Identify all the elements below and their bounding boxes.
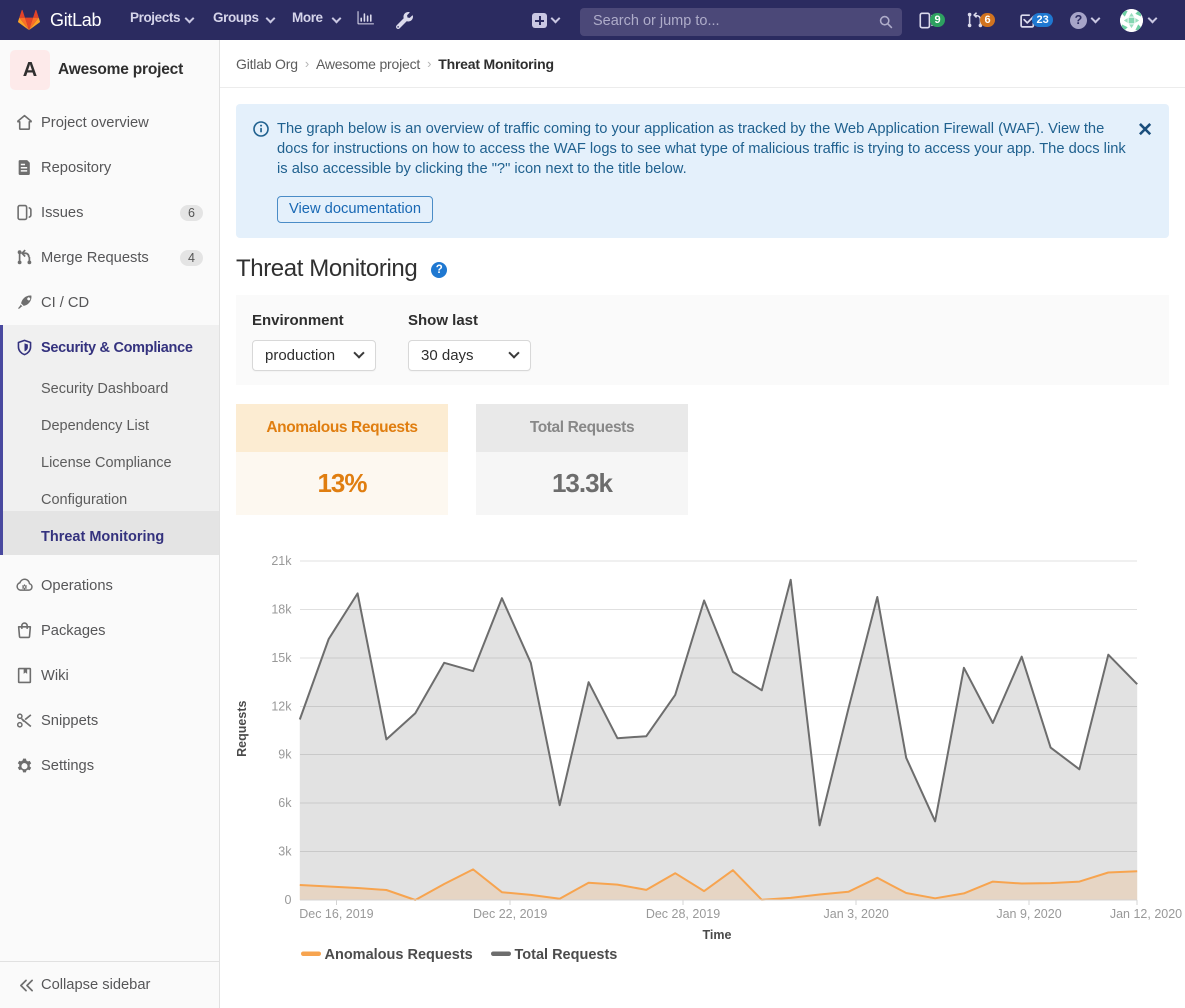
- svg-text:0: 0: [285, 893, 292, 907]
- svg-text:12k: 12k: [271, 699, 292, 713]
- svg-text:Jan 12, 2020: Jan 12, 2020: [1110, 907, 1182, 921]
- svg-text:21k: 21k: [271, 554, 292, 568]
- svg-text:Dec 28, 2019: Dec 28, 2019: [646, 907, 720, 921]
- svg-text:Total Requests: Total Requests: [515, 947, 618, 963]
- svg-text:15k: 15k: [271, 651, 292, 665]
- svg-text:3k: 3k: [278, 845, 292, 859]
- svg-text:6k: 6k: [278, 796, 292, 810]
- svg-text:9k: 9k: [278, 748, 292, 762]
- svg-text:Requests: Requests: [236, 701, 249, 757]
- svg-text:Anomalous Requests: Anomalous Requests: [325, 947, 473, 963]
- svg-text:Jan 9, 2020: Jan 9, 2020: [996, 907, 1061, 921]
- svg-text:Dec 22, 2019: Dec 22, 2019: [473, 907, 547, 921]
- svg-text:18k: 18k: [271, 602, 292, 616]
- svg-text:Time: Time: [703, 928, 732, 942]
- svg-text:Dec 16, 2019: Dec 16, 2019: [299, 907, 373, 921]
- svg-text:Jan 3, 2020: Jan 3, 2020: [824, 907, 889, 921]
